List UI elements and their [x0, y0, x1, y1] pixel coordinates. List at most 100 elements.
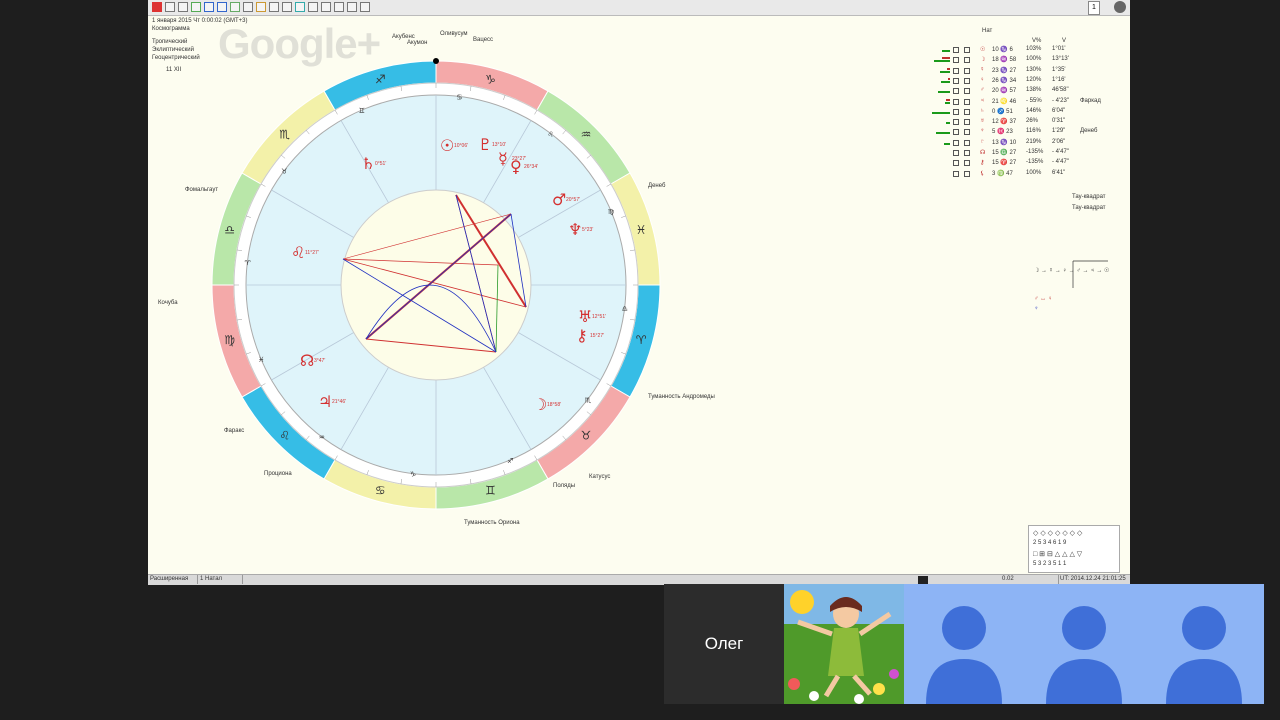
table-cell-v: 46'58" [1052, 87, 1069, 94]
house-glyph: ♎ [622, 305, 628, 313]
status-natal[interactable]: 1 Натал [198, 575, 243, 584]
planet-glyph: ♄ [361, 154, 375, 173]
star-fomalgaut: Фомальгаут [185, 187, 219, 193]
aspect-cell [964, 170, 970, 177]
zodiac-glyph: ♋ [375, 484, 386, 498]
star-vatsess: Вацесс [473, 37, 494, 43]
toolbar-button-17[interactable] [360, 2, 370, 12]
house-glyph: ♒ [319, 434, 325, 442]
participant-oleg[interactable]: Олег [664, 584, 784, 704]
aspect-circle [340, 189, 532, 381]
aspect-cell [953, 47, 959, 53]
weakness-bar [946, 98, 950, 101]
star-procion: Проциона [264, 471, 292, 477]
strength-bar [946, 122, 950, 125]
aspect-pattern-diagram: ☽ → ☿ → ♀ → ♂ → ♃ → ☉ ♂ ↔ ♀ ♆ [1034, 260, 1109, 312]
table-row[interactable]: ♀ 26 ♑ 34 120% 1°16' [920, 77, 1120, 86]
planet-glyph: ♅ [578, 307, 592, 326]
table-row[interactable]: ☿ 23 ♑ 27 130% 1°35' [920, 67, 1120, 76]
table-cell-pct: 100% [1026, 169, 1042, 176]
planet-glyph: ♂ [552, 190, 566, 209]
table-cell-pos: 18 ♒ 58 [992, 57, 1017, 64]
table-row[interactable]: ⚷ 15 ♈ 27 -135% - 4'47" [920, 159, 1120, 168]
house-glyph: ♍ [608, 208, 615, 216]
toolbar-button-10[interactable] [269, 2, 279, 12]
planet-degree: 26°34' [524, 164, 538, 170]
toolbar-button-6[interactable] [217, 2, 227, 12]
page-number-box[interactable]: 1 [1088, 1, 1100, 15]
strength-bar [940, 70, 950, 73]
toolbar-button-9[interactable] [256, 2, 266, 12]
weakness-bar [947, 67, 950, 70]
toolbar-button-8[interactable] [243, 2, 253, 12]
aspect-cell [953, 57, 959, 64]
table-cell-sym: ♅ [980, 118, 985, 125]
table-header: Нат [982, 28, 993, 34]
table-row[interactable]: ♃ 21 ♌ 46 - 55% - 4'23" Фаркад [920, 98, 1120, 107]
table-cell-pos: 23 ♑ 27 [992, 67, 1017, 74]
table-cell-v: - 4'23" [1052, 97, 1069, 104]
close-icon[interactable] [1114, 1, 1126, 13]
toolbar-button-16[interactable] [347, 2, 357, 12]
aspect-cell [953, 170, 959, 177]
table-row[interactable]: ☊ 15 ♎ 27 -135% - 4'47" [920, 149, 1120, 158]
table-row[interactable]: ☽ 18 ♒ 58 100% 13°13' [920, 56, 1120, 65]
participant-avatar-1[interactable] [904, 584, 1024, 704]
table-row[interactable]: ♆ 5 ♓ 23 116% 1'29" Денеб [920, 128, 1120, 137]
table-cell-pct: 130% [1026, 66, 1042, 73]
table-cell-sym: ⚸ [980, 170, 985, 177]
table-cell-sym: ♀ [980, 76, 985, 83]
aspect-cell [953, 98, 959, 105]
toolbar-button-1[interactable] [152, 2, 162, 12]
house-glyph: ♌ [547, 130, 553, 138]
participant-name: Олег [704, 634, 744, 653]
aspect-cell [964, 67, 970, 74]
zodiac-glyph: ♓ [636, 223, 647, 237]
aspect-cell [953, 88, 959, 95]
table-cell-sym: ♇ [980, 138, 985, 145]
toolbar-button-2[interactable] [165, 2, 175, 12]
participant-avatar-3[interactable] [1144, 584, 1264, 704]
toolbar-button-5[interactable] [204, 2, 214, 12]
house-glyph: ♓ [258, 356, 264, 364]
table-cell-pos: 26 ♑ 34 [992, 77, 1017, 84]
participant-thumbnail-cartoon[interactable] [784, 584, 904, 704]
table-cell-sym: ☊ [980, 150, 986, 156]
table-row[interactable]: ♄ 0 ♐ 51 146% 6'04" [920, 108, 1120, 117]
toolbar-button-14[interactable] [321, 2, 331, 12]
toolbar-button-15[interactable] [334, 2, 344, 12]
planet-glyph: ♃ [318, 392, 332, 411]
table-cell-note: Фаркад [1080, 97, 1101, 104]
participant-avatar-2[interactable] [1024, 584, 1144, 704]
toolbar-button-12[interactable] [295, 2, 305, 12]
table-cell-v: - 4'47" [1052, 149, 1069, 155]
astrology-app-window: 1 1 января 2015 Чт 0:00:02 (GMT+3) Космо… [148, 0, 1130, 585]
aspect-cell [964, 108, 970, 115]
status-mode-left[interactable]: Расширенная [148, 575, 198, 584]
table-cell-sym: ⚷ [980, 160, 985, 167]
strength-bar [941, 80, 950, 83]
aspect-cell [964, 47, 970, 53]
toolbar-button-13[interactable] [308, 2, 318, 12]
planet-degree: 18°58' [547, 402, 561, 408]
planet-glyph: ♇ [478, 135, 492, 154]
svg-text:◇ ◇ ◇ ◇ ◇ ◇ ◇: ◇ ◇ ◇ ◇ ◇ ◇ ◇ [1033, 530, 1083, 537]
toolbar-button-11[interactable] [282, 2, 292, 12]
zodiac-glyph: ♍ [224, 333, 235, 347]
table-row[interactable]: ⚸ 3 ♍ 47 100% 6'41" [920, 170, 1120, 179]
planet-degree: 5°23' [582, 227, 593, 233]
table-row[interactable]: ♅ 12 ♈ 37 26% 0'31" [920, 118, 1120, 127]
aspect-cell [964, 98, 970, 105]
table-row[interactable]: ♇ 13 ♑ 10 219% 2'06" [920, 139, 1120, 148]
weakness-bar [942, 57, 950, 60]
table-row[interactable]: ☉ 10 ♑ 6 103% 1°01' [920, 46, 1120, 55]
toolbar-button-3[interactable] [178, 2, 188, 12]
toolbar-button-4[interactable] [191, 2, 201, 12]
planet-degree: 13°10' [492, 142, 506, 148]
table-cell-v: 1°01' [1052, 46, 1066, 52]
table-row[interactable]: ♂ 20 ♒ 57 138% 46'58" [920, 87, 1120, 96]
toolbar-button-7[interactable] [230, 2, 240, 12]
table-cell-v: 6'04" [1052, 107, 1066, 114]
aspect-cell [953, 160, 959, 167]
aspect-cell [964, 139, 970, 146]
